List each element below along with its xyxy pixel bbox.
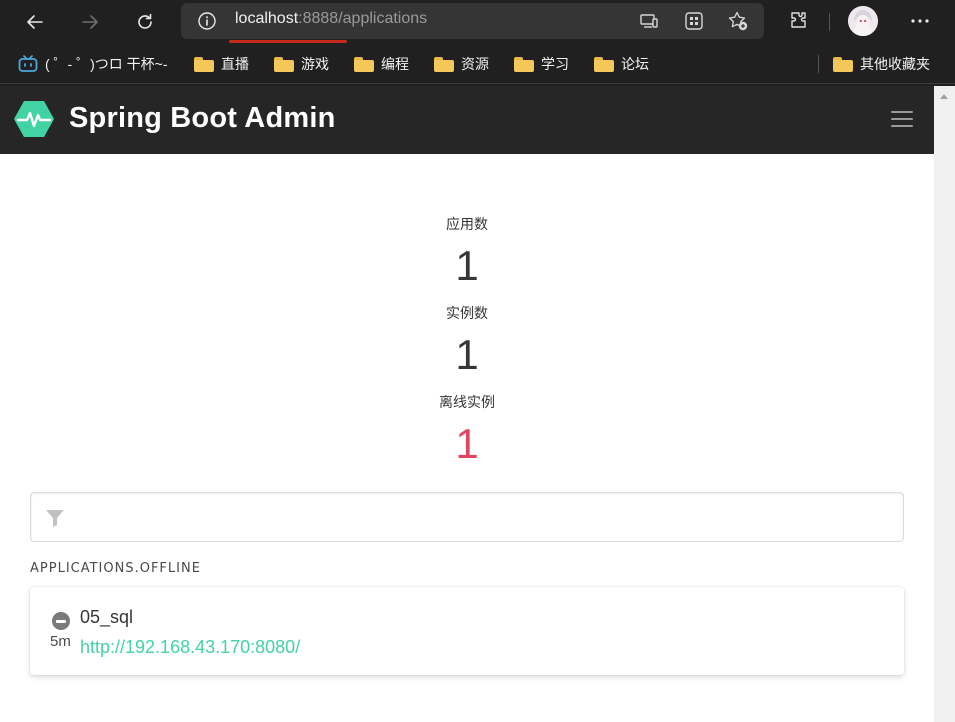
bookmark-label: 学习 — [541, 56, 569, 72]
toolbar-separator — [829, 13, 830, 31]
folder-icon — [833, 56, 853, 72]
arrow-right-icon — [82, 15, 98, 29]
bookmark-label: 游戏 — [301, 56, 329, 72]
add-favorite-icon[interactable] — [727, 10, 749, 32]
back-button[interactable] — [19, 6, 51, 38]
avatar-image — [848, 6, 878, 36]
device-icon[interactable] — [638, 10, 660, 32]
vertical-scrollbar[interactable] — [934, 86, 955, 722]
status-since: 5m — [50, 633, 71, 650]
info-icon[interactable] — [197, 11, 217, 31]
bookmark-folder[interactable]: 游戏 — [274, 53, 329, 75]
address-bar[interactable]: localhost:8888/applications — [181, 3, 764, 43]
url-host: localhost — [235, 10, 299, 27]
brand-title[interactable]: Spring Boot Admin — [69, 102, 336, 135]
reload-icon — [138, 13, 152, 29]
applications-count-label: 应用数 — [446, 217, 488, 233]
folder-icon — [594, 56, 614, 72]
filter-field[interactable] — [30, 492, 904, 542]
offline-count-label: 离线实例 — [439, 395, 495, 411]
bookmark-label: 资源 — [461, 56, 489, 72]
other-bookmarks-folder[interactable]: 其他收藏夹 — [833, 53, 930, 75]
bookmark-item[interactable]: ( ゜- ゜)つロ 干杯~- — [18, 53, 168, 75]
application-card[interactable]: 5m 05_sql http://192.168.43.170:8080/ — [30, 587, 904, 675]
bookmark-folder[interactable]: 编程 — [354, 53, 409, 75]
filter-icon — [46, 510, 64, 527]
folder-icon — [514, 56, 534, 72]
other-bookmarks-label: 其他收藏夹 — [860, 56, 930, 72]
folder-icon — [194, 56, 214, 72]
bookmark-folder[interactable]: 直播 — [194, 53, 249, 75]
heartbeat-logo-icon[interactable] — [14, 100, 54, 138]
bookmark-folder[interactable]: 学习 — [514, 53, 569, 75]
bookmark-folder[interactable]: 论坛 — [594, 53, 649, 75]
offline-count-value: 1 — [455, 420, 479, 467]
bookmark-label: ( ゜- ゜)つロ 干杯~- — [45, 56, 168, 72]
bilibili-icon — [18, 55, 38, 72]
bookmarks-separator — [818, 55, 819, 73]
url-underline — [229, 40, 347, 43]
url-path: :8888/applications — [298, 10, 428, 27]
bookmark-label: 编程 — [381, 56, 409, 72]
section-title: APPLICATIONS.OFFLINE — [30, 561, 201, 576]
browser-toolbar: localhost:8888/applications — [0, 0, 955, 44]
filter-input[interactable] — [81, 503, 881, 531]
folder-icon — [354, 56, 374, 72]
folder-icon — [434, 56, 454, 72]
scroll-up-arrow-icon[interactable] — [940, 94, 948, 99]
page-viewport: Spring Boot Admin 应用数 1 实例数 1 离线实例 1 APP… — [0, 86, 955, 722]
bookmarks-bar: ( ゜- ゜)つロ 干杯~- 直播 游戏 编程 资源 学习 论坛 其他收藏夹 — [0, 44, 955, 84]
instances-count-value: 1 — [455, 331, 479, 378]
bookmark-folder[interactable]: 资源 — [434, 53, 489, 75]
instances-count-label: 实例数 — [446, 306, 488, 322]
app-navbar: Spring Boot Admin — [0, 86, 934, 154]
arrow-left-icon — [27, 15, 43, 29]
minus-circle-icon — [52, 612, 70, 630]
forward-button[interactable] — [74, 6, 106, 38]
bookmark-label: 论坛 — [621, 56, 649, 72]
bookmark-label: 直播 — [221, 56, 249, 72]
application-url-link[interactable]: http://192.168.43.170:8080/ — [80, 637, 300, 658]
hamburger-menu-button[interactable] — [891, 111, 913, 127]
url-text[interactable]: localhost:8888/applications — [235, 10, 427, 28]
app-grid-icon[interactable] — [683, 10, 705, 32]
applications-count-value: 1 — [455, 242, 479, 289]
application-name: 05_sql — [80, 607, 134, 627]
folder-icon — [274, 56, 294, 72]
reload-button[interactable] — [129, 6, 161, 38]
more-icon[interactable] — [908, 13, 932, 29]
extensions-icon[interactable] — [788, 10, 810, 32]
profile-avatar[interactable] — [848, 6, 878, 36]
